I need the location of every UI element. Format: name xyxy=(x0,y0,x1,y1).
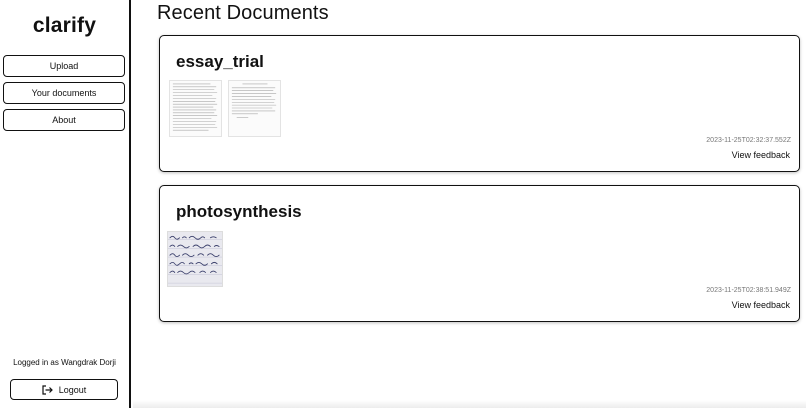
logout-button[interactable]: Logout xyxy=(10,379,118,400)
logged-in-status: Logged in as Wangdrak Dorji xyxy=(13,358,116,367)
page-title: Recent Documents xyxy=(157,2,329,24)
document-timestamp: 2023-11-25T02:38:51.949Z xyxy=(706,287,791,294)
your-documents-button[interactable]: Your documents xyxy=(3,82,125,104)
bottom-divider xyxy=(133,400,806,408)
sidebar: clarify Upload Your documents About Logg… xyxy=(0,0,131,408)
document-thumbnails[interactable] xyxy=(169,80,281,137)
document-timestamp: 2023-11-25T02:32:37.552Z xyxy=(706,137,791,144)
upload-button[interactable]: Upload xyxy=(3,55,125,77)
brand-logo[interactable]: clarify xyxy=(0,14,129,38)
about-button[interactable]: About xyxy=(3,109,125,131)
view-feedback-link[interactable]: View feedback xyxy=(732,150,790,160)
logout-label: Logout xyxy=(58,384,87,395)
document-page-thumbnail[interactable] xyxy=(228,80,281,137)
document-card[interactable]: essay_trial 2023-11-25T02:32:37.552Z Vie… xyxy=(159,35,800,172)
view-feedback-link[interactable]: View feedback xyxy=(732,300,790,310)
document-title: photosynthesis xyxy=(176,202,302,221)
document-card[interactable]: photosynthesis 2023-11-25T02:38:51.949Z xyxy=(159,185,800,322)
logout-icon xyxy=(42,384,53,395)
document-page-thumbnail[interactable] xyxy=(169,80,222,137)
document-title: essay_trial xyxy=(176,52,264,71)
handwritten-page-thumbnail[interactable] xyxy=(167,231,223,287)
document-thumbnails[interactable] xyxy=(167,231,223,287)
